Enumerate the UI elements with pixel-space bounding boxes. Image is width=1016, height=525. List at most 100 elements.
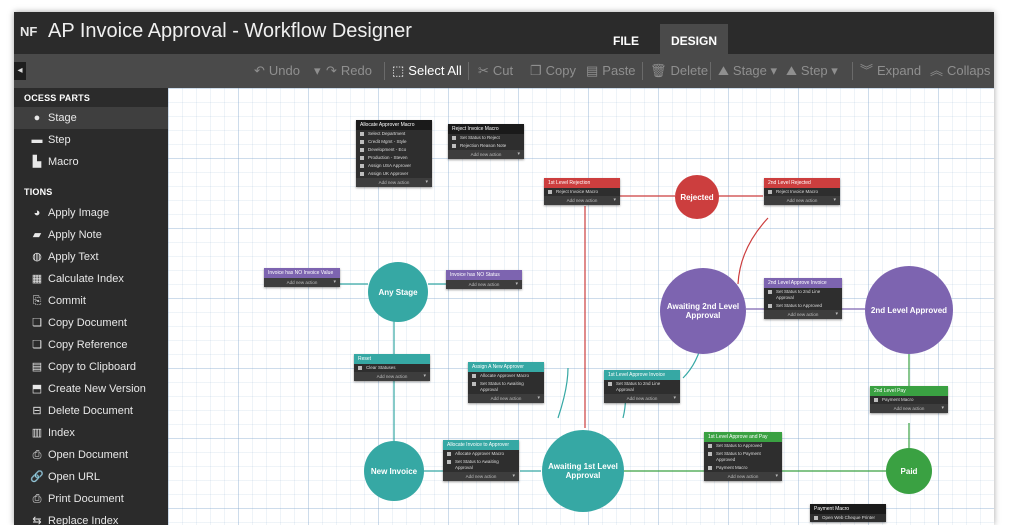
stage-rejected[interactable]: Rejected xyxy=(675,175,719,219)
redo-button[interactable]: ↷ Redo xyxy=(326,54,372,88)
step-1st-level-approve-and-pay[interactable]: 1st Level Approve and Pay Set Status to … xyxy=(704,432,782,481)
add-action-button[interactable]: Add new action xyxy=(264,278,340,287)
action-row[interactable]: Development - Eco xyxy=(356,146,432,154)
add-action-button[interactable]: Add new action xyxy=(870,404,948,413)
add-action-button[interactable]: Add new action xyxy=(604,394,680,403)
action-row[interactable]: Set Status to Approved xyxy=(764,302,842,310)
sidebar-item-stage[interactable]: ● Stage xyxy=(14,107,168,129)
add-action-button[interactable]: Add new action xyxy=(356,178,432,187)
action-row[interactable]: Rejection Reason Note xyxy=(448,142,524,150)
stage-icon: ⛰ xyxy=(718,63,729,78)
add-action-button[interactable]: Add new action xyxy=(443,472,519,481)
action-row[interactable]: Production - Steven xyxy=(356,154,432,162)
action-row[interactable]: Reject Invoice Macro xyxy=(544,188,620,196)
new-version-icon: ⬒ xyxy=(31,383,43,395)
stage-paid[interactable]: Paid xyxy=(886,448,932,494)
sidebar-item-index[interactable]: ▥ Index xyxy=(14,422,168,444)
sidebar-item-commit[interactable]: ⎘ Commit xyxy=(14,290,168,312)
printer-icon: ⎙ xyxy=(32,493,42,505)
step-2nd-level-pay[interactable]: 2nd Level Pay Payment Macro Add new acti… xyxy=(870,386,948,413)
step-1st-level-rejection[interactable]: 1st Level Rejection Reject Invoice Macro… xyxy=(544,178,620,205)
collapse-button[interactable]: ︽ Collaps xyxy=(930,54,990,88)
action-row[interactable]: Payment Macro xyxy=(870,396,948,404)
action-row[interactable]: Set Status to Awaiting Approval xyxy=(468,380,544,394)
sidebar-item-apply-note[interactable]: ▰ Apply Note xyxy=(14,224,168,246)
sidebar-item-delete-document[interactable]: ⊟ Delete Document xyxy=(14,400,168,422)
step-invoice-has-no-status[interactable]: Invoice has NO Status Add new action xyxy=(446,270,522,289)
action-row[interactable]: Set Status to 2nd Line Approval xyxy=(764,288,842,302)
sidebar-item-step[interactable]: ▬ Step xyxy=(14,129,168,151)
action-row[interactable]: Reject Invoice Macro xyxy=(764,188,840,196)
action-row[interactable]: Set Status to Reject xyxy=(448,134,524,142)
title-bar: NF AP Invoice Approval - Workflow Design… xyxy=(14,12,994,54)
action-row[interactable]: Set Status to Approved xyxy=(704,442,782,450)
apply-text-icon: ◍ xyxy=(32,251,42,263)
copy-button[interactable]: ❐ Copy xyxy=(530,54,576,88)
undo-dropdown[interactable]: ▾ xyxy=(314,54,321,88)
sidebar-item-macro[interactable]: ▙ Macro xyxy=(14,151,168,173)
add-action-button[interactable]: Add new action xyxy=(704,472,782,481)
macro-allocate-approver[interactable]: Allocate Approver Macro Select Departmen… xyxy=(356,120,432,187)
app-logo-icon: NF xyxy=(20,24,38,39)
add-action-button[interactable]: Add new action xyxy=(764,196,840,205)
add-action-button[interactable]: Add new action xyxy=(764,310,842,319)
sidebar-item-replace-index[interactable]: ⇆ Replace Index xyxy=(14,510,168,525)
expand-button[interactable]: ︾ Expand xyxy=(860,54,921,88)
add-action-button[interactable]: Add new action xyxy=(354,372,430,381)
step-button[interactable]: ⛰ Step ▾ xyxy=(786,54,838,88)
stage-any-stage[interactable]: Any Stage xyxy=(368,262,428,322)
action-row[interactable]: Assign UK Approver xyxy=(356,170,432,178)
action-row[interactable]: Set Status to 2nd Line Approval xyxy=(604,380,680,394)
step-1st-level-approve-invoice[interactable]: 1st Level Approve Invoice Set Status to … xyxy=(604,370,680,403)
undo-button[interactable]: ↶ Undo xyxy=(254,54,300,88)
paste-button[interactable]: ▤ Paste xyxy=(586,54,636,88)
stage-awaiting-2nd-level-approval[interactable]: Awaiting 2nd Level Approval xyxy=(660,268,746,354)
action-row[interactable]: Select Department xyxy=(356,130,432,138)
action-row[interactable]: Allocate Approver Macro xyxy=(443,450,519,458)
stage-new-invoice[interactable]: New Invoice xyxy=(364,441,424,501)
redo-icon: ↷ xyxy=(326,63,337,78)
card-title: 1st Level Approve and Pay xyxy=(704,432,782,442)
step-invoice-has-no-invoice-value[interactable]: Invoice has NO Invoice Value Add new act… xyxy=(264,268,340,287)
action-row[interactable]: Allocate Approver Macro xyxy=(468,372,544,380)
step-assign-new-approver[interactable]: Assign A New Approver Allocate Approver … xyxy=(468,362,544,403)
action-row[interactable]: Set Status to Payment Approved xyxy=(704,450,782,464)
stage-2nd-level-approved[interactable]: 2nd Level Approved xyxy=(865,266,953,354)
sidebar-item-open-document[interactable]: ⎙ Open Document xyxy=(14,444,168,466)
sidebar-item-copy-document[interactable]: ❏ Copy Document xyxy=(14,312,168,334)
workflow-canvas[interactable]: Any Stage New Invoice Awaiting 1st Level… xyxy=(168,88,994,525)
macro-reject-invoice[interactable]: Reject Invoice Macro Set Status to Rejec… xyxy=(448,124,524,159)
add-action-button[interactable]: Add new action xyxy=(468,394,544,403)
step-2nd-level-rejected[interactable]: 2nd Level Rejected Reject Invoice Macro … xyxy=(764,178,840,205)
sidebar-item-apply-text[interactable]: ◍ Apply Text xyxy=(14,246,168,268)
sidebar-item-copy-reference[interactable]: ❏ Copy Reference xyxy=(14,334,168,356)
tab-design[interactable]: DESIGN xyxy=(660,24,728,54)
cut-button[interactable]: ✂ Cut xyxy=(478,54,513,88)
sidebar-collapse-button[interactable]: ◂ xyxy=(14,62,26,80)
sidebar-item-open-url[interactable]: 🔗 Open URL xyxy=(14,466,168,488)
sidebar-item-apply-image[interactable]: ◕ Apply Image xyxy=(14,202,168,224)
action-row[interactable]: Assign USA Approver xyxy=(356,162,432,170)
tab-file[interactable]: FILE xyxy=(606,24,646,54)
sidebar-item-copy-to-clipboard[interactable]: ▤ Copy to Clipboard xyxy=(14,356,168,378)
add-action-button[interactable]: Add new action xyxy=(448,150,524,159)
step-2nd-level-approve-invoice[interactable]: 2nd Level Approve Invoice Set Status to … xyxy=(764,278,842,319)
undo-icon: ↶ xyxy=(254,63,265,78)
macro-payment[interactable]: Payment Macro Open Web Cheque Printer xyxy=(810,504,886,522)
sidebar-item-print-document[interactable]: ⎙ Print Document xyxy=(14,488,168,510)
sidebar-item-create-new-version[interactable]: ⬒ Create New Version xyxy=(14,378,168,400)
action-row[interactable]: Open Web Cheque Printer xyxy=(810,514,886,522)
step-reset[interactable]: Reset Clear Statuses Add new action xyxy=(354,354,430,381)
delete-button[interactable]: 🗑 Delete xyxy=(650,54,708,88)
add-action-button[interactable]: Add new action xyxy=(544,196,620,205)
add-action-button[interactable]: Add new action xyxy=(446,280,522,289)
action-row[interactable]: Set Status to Awaiting Approval xyxy=(443,458,519,472)
action-row[interactable]: Payment Macro xyxy=(704,464,782,472)
action-row[interactable]: Clear Statuses xyxy=(354,364,430,372)
stage-button[interactable]: ⛰ Stage ▾ xyxy=(718,54,777,88)
select-all-button[interactable]: ⬚ Select All xyxy=(392,54,462,88)
step-allocate-invoice-to-approver[interactable]: Allocate Invoice to Approver Allocate Ap… xyxy=(443,440,519,481)
action-row[interactable]: Credit Mgmt - Style xyxy=(356,138,432,146)
stage-awaiting-1st-level-approval[interactable]: Awaiting 1st Level Approval xyxy=(542,430,624,512)
sidebar-item-calculate-index[interactable]: ▦ Calculate Index xyxy=(14,268,168,290)
